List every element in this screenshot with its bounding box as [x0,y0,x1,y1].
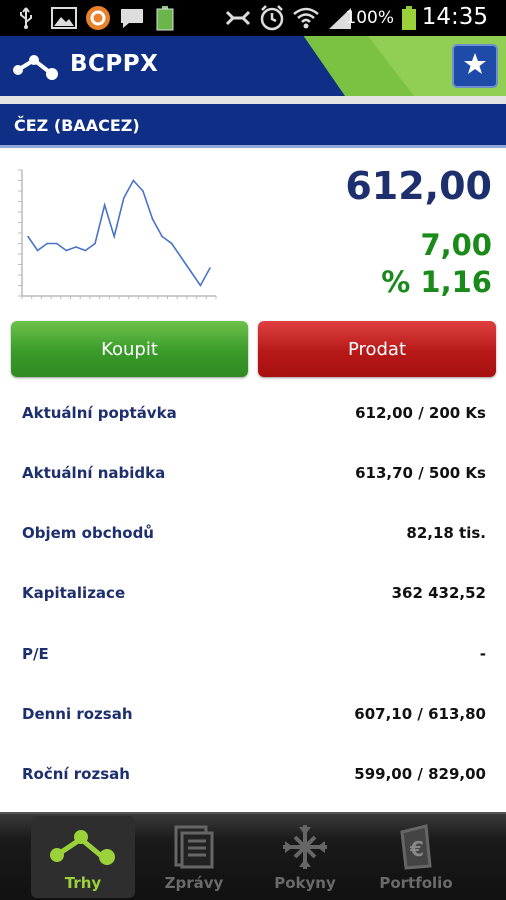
status-bar: 100% 14:35 [0,0,506,36]
header-divider [0,96,506,104]
detail-value: 362 432,52 [391,584,486,602]
detail-row: Aktuální nabidka 613,70 / 500 Ks [0,444,506,504]
detail-row: Roční rozsah 599,00 / 829,00 [0,745,506,805]
price-point [55,242,58,245]
nav-item-markets[interactable]: Trhy [31,816,135,898]
detail-label: Denni rozsah [22,705,133,723]
price-point [142,190,144,192]
sell-button[interactable]: Prodat [258,321,496,377]
message-icon [118,6,146,30]
price-point [209,267,211,269]
chart-axes [21,170,216,297]
price-point [113,235,116,238]
price-point [27,235,29,238]
detail-value: 599,00 / 829,00 [354,765,486,783]
detail-value: - [479,645,486,663]
gallery-icon [50,6,78,30]
nav-label: Zprávy [164,874,224,892]
price-point [132,179,135,182]
battery-small-icon [152,6,178,31]
favorite-button[interactable] [452,44,498,88]
nav-label: Portfolio [379,874,453,892]
price-point [94,242,96,245]
detail-row: Denni rozsah 607,10 / 613,80 [0,685,506,745]
price-point [46,242,48,245]
news-icon [142,822,246,872]
nav-item-orders[interactable]: Pokyny [253,816,357,898]
stock-header: ČEZ (BAACEZ) [0,104,506,148]
app-header: BCPPX [0,36,506,96]
portfolio-icon: € [364,822,468,872]
app-title: BCPPX [70,51,159,77]
detail-label: Roční rozsah [22,765,130,783]
nav-label: Pokyny [274,874,336,892]
usb-icon [14,6,38,30]
bottom-navigation: Trhy Zprávy Pokyny € Portfolio [0,812,506,900]
alarm-icon [258,5,286,31]
detail-value: 613,70 / 500 Ks [355,464,486,482]
detail-value: 607,10 / 613,80 [354,705,486,723]
detail-label: P/E [22,645,49,663]
star-icon [463,52,487,80]
price-change: 7,00 [420,228,492,262]
detail-row: Kapitalizace 362 432,52 [0,564,506,624]
mute-icon [224,6,252,30]
price-point [199,284,202,287]
price-point [75,246,77,248]
battery-icon [398,6,420,30]
price-point [180,256,183,259]
price-point [161,235,163,238]
clock: 14:35 [421,4,488,30]
price-point [122,197,125,199]
stock-name: ČEZ (BAACEZ) [14,116,140,135]
buy-button[interactable]: Koupit [11,321,248,377]
orders-icon [253,822,357,872]
detail-label: Aktuální nabidka [22,464,166,482]
price-change-percent: % 1,16 [381,265,492,299]
wifi-icon [292,6,320,30]
price-point [103,204,106,206]
detail-value: 612,00 / 200 Ks [355,404,486,422]
detail-label: Aktuální poptávka [22,404,177,422]
price-chart[interactable] [14,166,224,302]
svg-text:€: € [409,837,424,861]
price-point [190,270,192,273]
detail-row: Aktuální poptávka 612,00 / 200 Ks [0,384,506,444]
stock-price: 612,00 [345,164,492,208]
price-series-line [27,179,211,288]
price-point [151,218,154,220]
detail-row: Objem obchodů 82,18 tis. [0,504,506,564]
nav-item-news[interactable]: Zprávy [142,816,246,898]
nav-item-portfolio[interactable]: € Portfolio [364,816,468,898]
detail-value: 82,18 tis. [406,524,486,542]
price-point [84,249,87,252]
price-point [65,249,68,252]
battery-percent: 100% [345,8,394,28]
app-icon [84,6,112,30]
price-point [36,249,39,252]
detail-row: P/E - [0,625,506,685]
price-point [170,242,173,245]
app-logo-icon[interactable] [12,50,62,86]
markets-icon [31,822,135,872]
detail-label: Objem obchodů [22,524,154,542]
detail-label: Kapitalizace [22,584,126,602]
nav-label: Trhy [64,874,102,892]
